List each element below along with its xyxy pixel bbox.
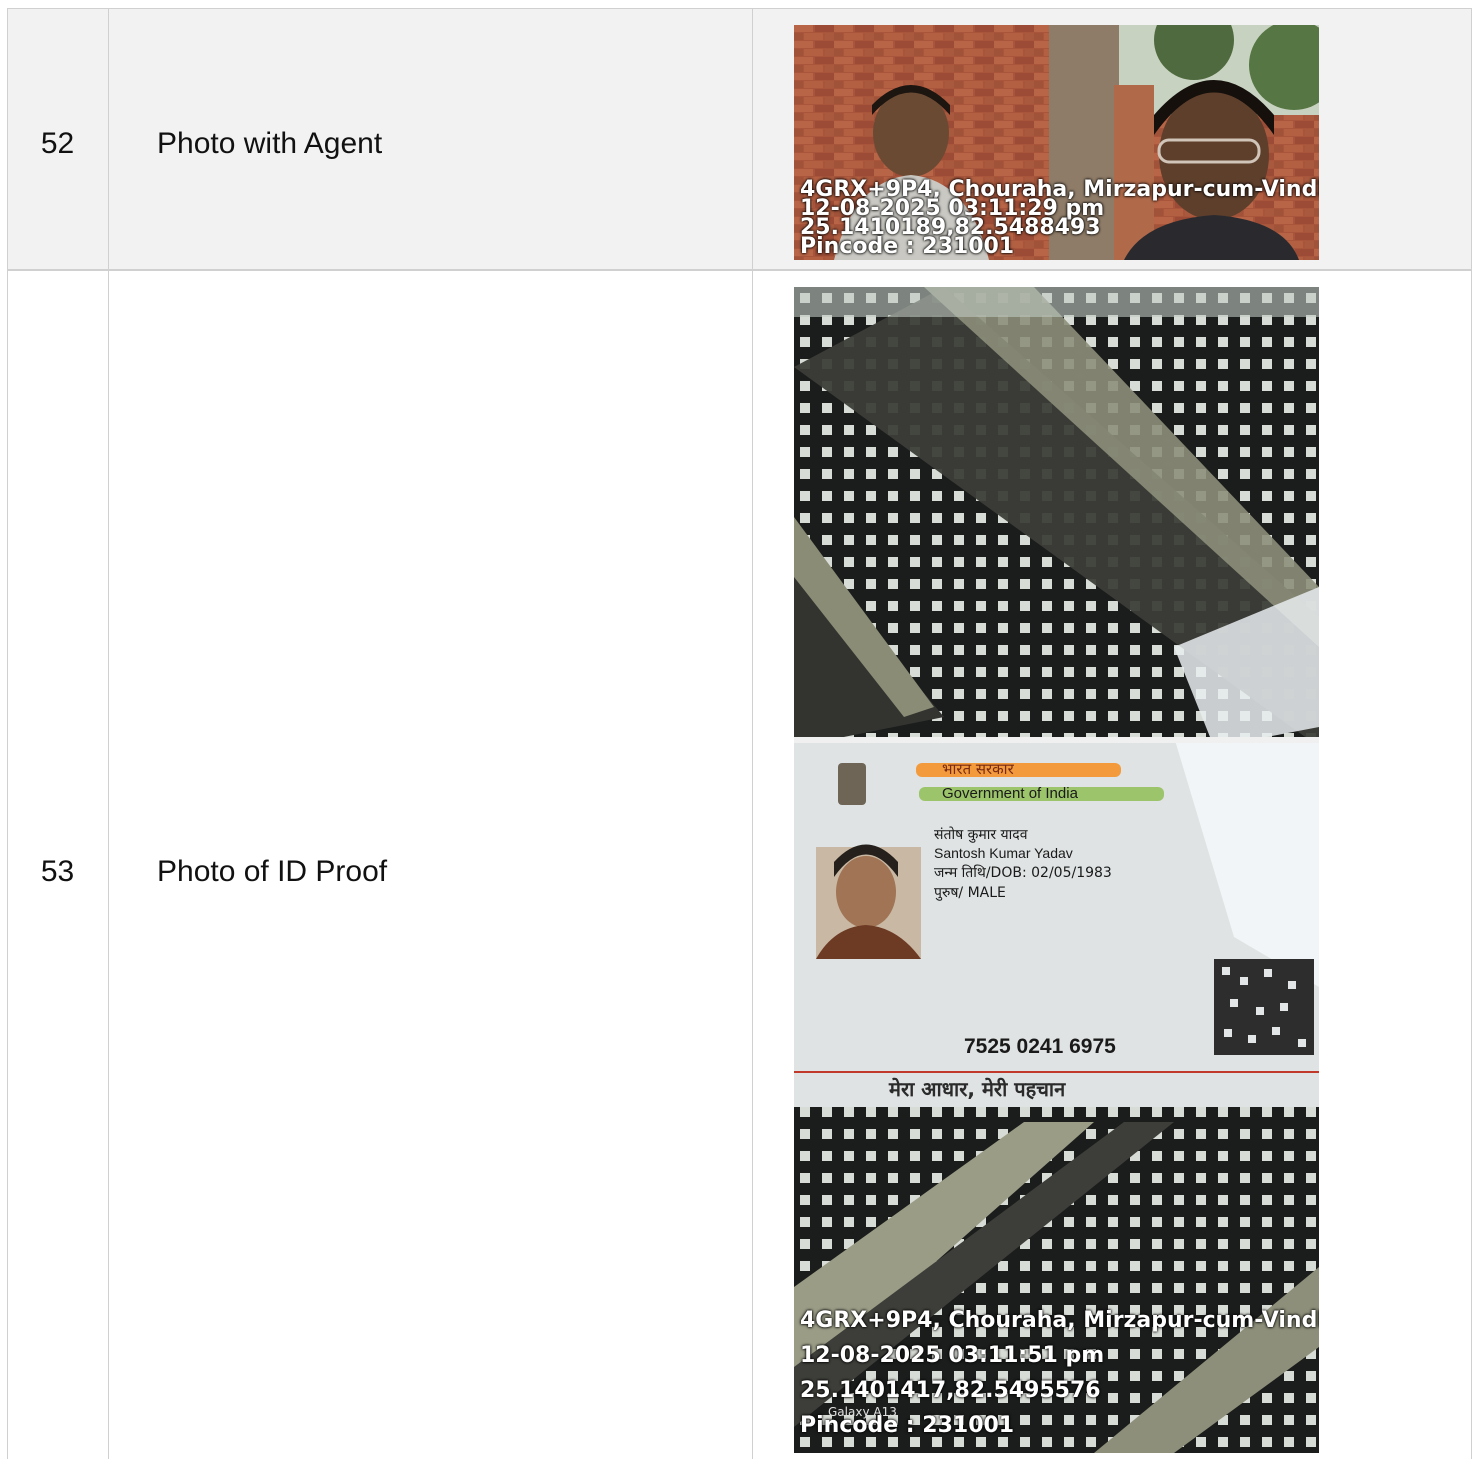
id-proof-photo: भारत सरकार Government of India संतोष कुम… <box>794 287 1319 1453</box>
table-border <box>752 8 753 1459</box>
overlay-coordinates: 25.1401417,82.5495576 <box>800 1378 1101 1403</box>
device-watermark: Galaxy A13 <box>828 1405 897 1419</box>
row-label: Photo with Agent <box>157 127 383 160</box>
table-border <box>108 8 109 1459</box>
photo-geotag-overlay: 4GRX+9P4, Chouraha, Mirzapur-cum-Vindhy … <box>800 179 1319 258</box>
card-name-english: Santosh Kumar Yadav <box>934 845 1073 861</box>
overlay-timestamp: 12-08-2025 03:11:51 pm <box>800 1343 1105 1368</box>
photo-geotag-overlay: 4GRX+9P4, Chouraha, Mirzapur-cum-Vindhy … <box>800 1303 1319 1443</box>
row-number: 53 <box>40 855 75 888</box>
row-number: 52 <box>40 127 75 160</box>
card-footer-slogan: मेरा आधार, मेरी पहचान <box>889 1077 1066 1101</box>
card-id-number: 7525 0241 6975 <box>964 1035 1116 1058</box>
table-border <box>7 8 8 1459</box>
card-header-hindi: भारत सरकार <box>942 760 1014 778</box>
card-dob: जन्म तिथि/DOB: 02/05/1983 <box>934 865 1112 881</box>
card-name-hindi: संतोष कुमार यादव <box>934 827 1028 843</box>
table-border <box>1471 8 1472 1459</box>
card-header-english: Government of India <box>942 785 1078 802</box>
overlay-address: 4GRX+9P4, Chouraha, Mirzapur-cum-Vindhy <box>800 1308 1319 1333</box>
row-label: Photo of ID Proof <box>157 855 388 888</box>
agent-photo: 4GRX+9P4, Chouraha, Mirzapur-cum-Vindhy … <box>794 25 1319 260</box>
card-gender: पुरुष/ MALE <box>934 885 1006 901</box>
